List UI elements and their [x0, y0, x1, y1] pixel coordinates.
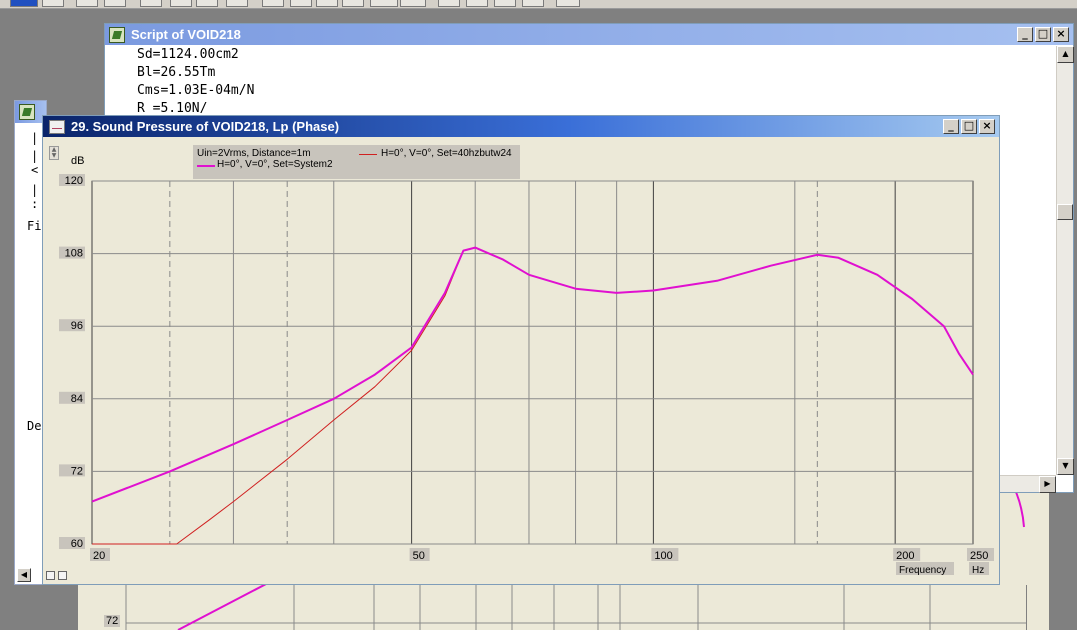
vertical-scrollbar[interactable]: ▲ ▼ [1056, 46, 1074, 475]
script-text[interactable]: Sd=1124.00cm2 Bl=26.55Tm Cms=1.03E-04m/N… [137, 46, 254, 118]
y-tick-label: 96 [71, 320, 83, 332]
side-fragment: De [27, 419, 42, 433]
toolbar-button[interactable] [226, 0, 248, 7]
scroll-right-arrow[interactable]: ▶ [1039, 476, 1056, 493]
window-controls: _ □ × [1017, 27, 1069, 42]
main-toolbar [0, 0, 1077, 9]
y-tick-label: 120 [65, 175, 83, 187]
toolbar-button[interactable] [316, 0, 338, 7]
close-button[interactable]: × [1053, 27, 1069, 42]
toolbar-button[interactable] [196, 0, 218, 7]
background-window-edge [1027, 492, 1049, 630]
y-tick-label: 108 [65, 248, 83, 260]
toolbar-button[interactable] [76, 0, 98, 7]
toolbar-button[interactable] [170, 0, 192, 7]
script-line: Sd=1124.00cm2 [137, 47, 239, 62]
script-line: Bl=26.55Tm [137, 65, 216, 80]
status-icons [46, 571, 67, 580]
cursor-icon[interactable] [58, 571, 67, 580]
script-line: Cms=1.03E-04m/N [137, 83, 255, 98]
script-window-title: Script of VOID218 [131, 27, 241, 42]
chart-legend: Uin=2Vrms, Distance=1m H=0°, V=0°, Set=4… [193, 145, 520, 179]
background-curve [1015, 491, 1025, 528]
chart-window: 29. Sound Pressure of VOID218, Lp (Phase… [42, 115, 1000, 585]
x-tick-label: 20 [93, 550, 105, 562]
toolbar-button[interactable] [10, 0, 38, 7]
y-tick-label: 72 [71, 465, 83, 477]
scroll-up-arrow[interactable]: ▲ [1057, 46, 1074, 63]
toolbar-button[interactable] [438, 0, 460, 7]
app-icon [19, 104, 35, 120]
toolbar-button[interactable] [522, 0, 544, 7]
background-plot [125, 585, 1026, 630]
background-y-label: 72 [104, 615, 121, 627]
minimize-button[interactable]: _ [1017, 27, 1033, 42]
scroll-left-arrow[interactable]: ◀ [17, 568, 31, 582]
background-window-edge [998, 491, 1027, 585]
app-icon [109, 26, 125, 43]
y-tick-label: 84 [71, 393, 83, 405]
toolbar-button[interactable] [400, 0, 426, 7]
toolbar-button[interactable] [556, 0, 580, 7]
toolbar-button[interactable] [262, 0, 284, 7]
x-axis-unit: Hz [972, 565, 984, 576]
toolbar-button[interactable] [342, 0, 364, 7]
scroll-down-arrow[interactable]: ▼ [1057, 458, 1074, 475]
toolbar-button[interactable] [42, 0, 64, 7]
x-tick-label: 100 [654, 550, 672, 562]
toolbar-button[interactable] [370, 0, 398, 7]
legend-label-system2: H=0°, V=0°, Set=System2 [217, 159, 333, 170]
legend-line-system2 [197, 165, 215, 167]
legend-header: Uin=2Vrms, Distance=1m [197, 148, 311, 159]
x-tick-label: 200 [896, 550, 914, 562]
side-fragment: | [31, 131, 39, 145]
background-plot-window: 72 [78, 585, 1026, 630]
maximize-button[interactable]: □ [1035, 27, 1051, 42]
y-axis-label: dB [71, 155, 84, 167]
legend-label-butterworth: H=0°, V=0°, Set=40hzbutw24 [381, 148, 512, 159]
y-tick-label: 60 [71, 538, 83, 550]
grid-icon[interactable] [46, 571, 55, 580]
script-window-titlebar[interactable]: Script of VOID218 _ □ × [105, 24, 1073, 45]
x-tick-label: 250 [970, 550, 988, 562]
x-axis-label: Frequency [899, 565, 946, 576]
frequency-response-plot: 60 72 84 96 108 120 dB 20 50 100 200 250 Frequency Hz [59, 155, 994, 576]
legend-line-butterworth [359, 154, 377, 155]
toolbar-button[interactable] [494, 0, 516, 7]
x-tick-label: 50 [413, 550, 425, 562]
toolbar-button[interactable] [104, 0, 126, 7]
plot-area [91, 180, 974, 545]
side-fragment: Fi [27, 219, 42, 233]
toolbar-button[interactable] [140, 0, 162, 7]
scroll-thumb[interactable] [1057, 204, 1073, 220]
toolbar-button[interactable] [466, 0, 488, 7]
toolbar-button[interactable] [290, 0, 312, 7]
